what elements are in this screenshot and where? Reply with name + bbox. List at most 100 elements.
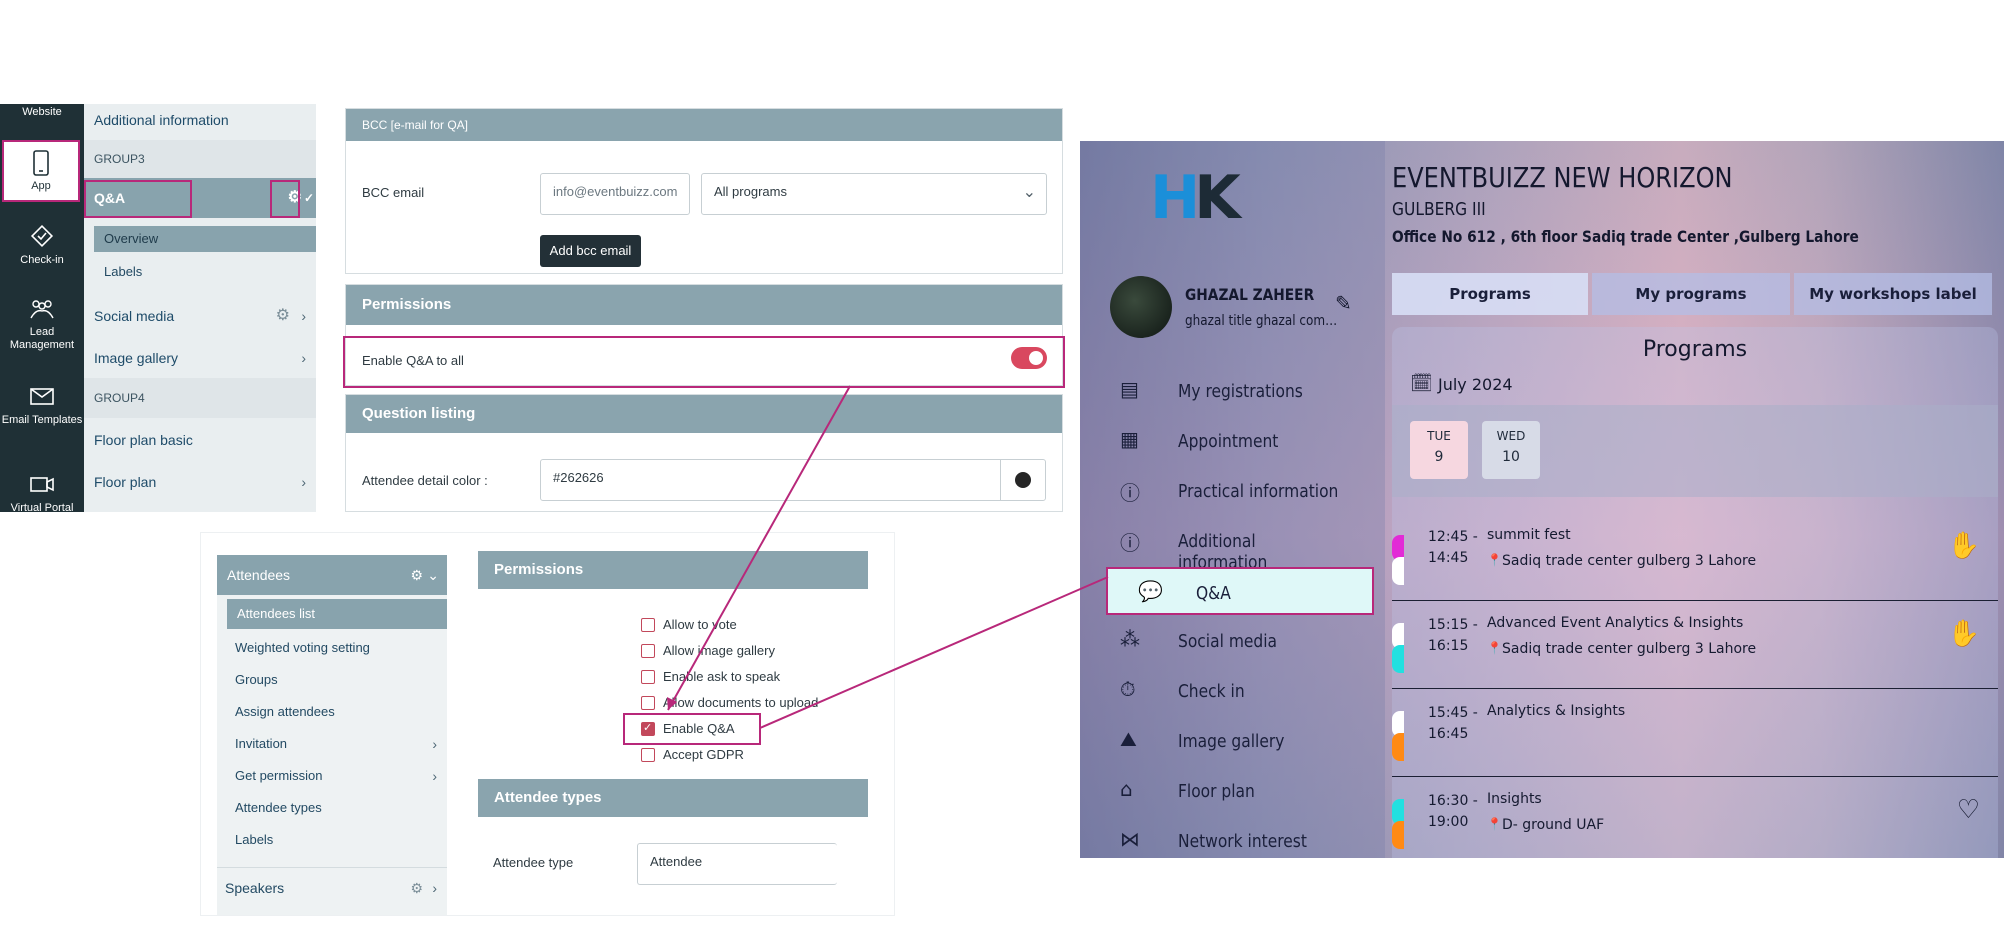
event-title: EVENTBUIZZ NEW HORIZON — [1392, 161, 1733, 194]
program-start: 12:45 - — [1428, 529, 1478, 545]
allow-vote-label: Allow to vote — [663, 617, 737, 632]
menu-item-check-in[interactable]: ⏱ Check in — [1090, 667, 1374, 715]
avatar[interactable] — [1110, 276, 1172, 338]
nav-checkin[interactable]: Check-in — [0, 222, 84, 267]
group-label: GROUP3 — [94, 152, 145, 166]
attendee-types-header: Attendee types — [478, 779, 868, 817]
highlight-qa-gear — [270, 180, 300, 218]
menu-item-floor-plan[interactable]: ⌂ Floor plan — [1090, 767, 1374, 815]
subnav-image-gallery[interactable]: Image gallery › — [84, 338, 316, 378]
app-subnav: Additional information GROUP3 Q&A ⚙ ✓ Ov… — [84, 104, 316, 512]
program-location: Sadiq trade center gulberg 3 Lahore — [1502, 641, 1757, 657]
program-location: Sadiq trade center gulberg 3 Lahore — [1502, 553, 1757, 569]
menu-item-label: Image gallery — [1178, 731, 1285, 752]
groups-item[interactable]: Groups — [217, 665, 447, 695]
program-row[interactable]: 15:15 - 16:15 Advanced Event Analytics & I… — [1392, 601, 1998, 689]
color-swatch[interactable] — [1000, 460, 1045, 500]
menu-item-label: Practical information — [1178, 481, 1339, 502]
bcc-email-input[interactable]: info@eventbuizz.com — [540, 173, 690, 215]
calendar-icon: 🗓 — [1410, 373, 1433, 393]
subnav-additional-information[interactable]: Additional information — [84, 104, 316, 140]
day-wed-10[interactable]: WED 10 — [1482, 421, 1540, 479]
subnav-floor-plan-basic[interactable]: Floor plan basic — [84, 420, 316, 460]
gear-icon[interactable]: ⚙ — [410, 868, 423, 908]
nav-app[interactable]: App — [2, 140, 80, 202]
subnav-social-media[interactable]: Social media ⚙ › — [84, 296, 316, 336]
question-listing-header: Question listing — [346, 395, 1062, 433]
chevron-right-icon: › — [432, 736, 437, 752]
weighted-voting-item[interactable]: Weighted voting setting — [217, 633, 447, 663]
raise-hand-icon[interactable]: ✋ — [1948, 531, 1980, 561]
network-icon: ⋈ — [1120, 827, 1140, 851]
menu-item-my-registrations[interactable]: ▤ My registrations — [1090, 367, 1374, 415]
attendee-color-label: Attendee detail color : — [362, 473, 488, 488]
menu-item-q-a[interactable]: 💬 Q&A — [1106, 567, 1374, 615]
nav-virtual-label: Virtual Portal — [10, 502, 74, 512]
nav-website[interactable]: Website — [0, 106, 84, 119]
menu-item-label: Q&A — [1196, 583, 1231, 604]
attendees-list-item[interactable]: Attendees list — [227, 599, 447, 629]
subnav-overview-label: Overview — [104, 231, 159, 246]
assign-attendees-item[interactable]: Assign attendees — [217, 697, 447, 727]
subnav-floor-plan[interactable]: Floor plan › — [84, 462, 316, 502]
subnav-overview[interactable]: Overview — [94, 226, 316, 252]
program-end: 16:45 — [1428, 726, 1469, 742]
bcc-header: BCC [e-mail for QA] — [346, 109, 1062, 141]
tab-my-programs[interactable]: My programs — [1592, 273, 1790, 315]
program-end: 16:15 — [1428, 638, 1469, 654]
raise-hand-icon[interactable]: ✋ — [1948, 619, 1980, 649]
allow-image-gallery-checkbox[interactable] — [641, 644, 655, 658]
allow-vote-checkbox[interactable] — [641, 618, 655, 632]
program-time: 16:30 - 19:00 — [1428, 791, 1478, 833]
nav-email-templates[interactable]: Email Templates — [0, 382, 84, 427]
nav-lead-management[interactable]: Lead Management — [0, 294, 84, 352]
chevron-down-icon[interactable]: ✓ — [304, 178, 314, 218]
enable-ask-to-speak-checkbox[interactable] — [641, 670, 655, 684]
subnav-fp-label: Floor plan — [94, 474, 157, 490]
invitation-item[interactable]: Invitation › — [217, 729, 447, 759]
tab-my-workshops[interactable]: My workshops label — [1794, 273, 1992, 315]
edit-pencil-icon[interactable]: ✎ — [1335, 291, 1352, 316]
checkin-icon: ⏱ — [1120, 677, 1136, 701]
subnav-labels[interactable]: Labels — [84, 256, 316, 288]
registration-icon: ▤ — [1120, 377, 1139, 401]
gear-icon[interactable]: ⚙ — [276, 296, 290, 336]
attendees-section-label: Attendees — [227, 567, 291, 583]
day-tue-9[interactable]: TUE 9 — [1410, 421, 1468, 479]
menu-item-practical-information[interactable]: ⓘ Practical information — [1090, 467, 1374, 515]
bcc-email-label: BCC email — [362, 185, 425, 200]
attendee-type-input[interactable]: Attendee — [637, 843, 837, 885]
menu-item-social-media[interactable]: ⁂ Social media — [1090, 617, 1374, 665]
get-permission-item[interactable]: Get permission › — [217, 761, 447, 791]
attendees-section[interactable]: Attendees ⚙ ⌄ — [217, 555, 447, 595]
attendee-types-item[interactable]: Attendee types — [217, 793, 447, 823]
nav-virtual-portal[interactable]: Virtual Portal — [0, 470, 84, 512]
chevron-right-icon: › — [301, 308, 306, 324]
heart-icon[interactable]: ♡ — [1957, 795, 1980, 825]
allow-documents-checkbox[interactable] — [641, 696, 655, 710]
menu-item-network-interest[interactable]: ⋈ Network interest — [1090, 817, 1374, 858]
hk-logo: HK — [1150, 163, 1241, 233]
checkin-icon — [30, 224, 54, 248]
program-row[interactable]: 12:45 - 14:45 summit fest 📍 Sadiq trade cent… — [1392, 513, 1998, 601]
program-row[interactable]: 16:30 - 19:00 Insights 📍 D- ground UAF ♡ — [1392, 777, 1998, 858]
video-icon — [30, 477, 54, 492]
program-time: 12:45 - 14:45 — [1428, 527, 1478, 569]
nav-checkin-label: Check-in — [20, 254, 64, 266]
menu-item-additional-information[interactable]: ⓘ Additional information — [1090, 517, 1374, 573]
attendee-permissions-header: Permissions — [478, 551, 868, 589]
bcc-card: BCC [e-mail for QA] BCC email info@event… — [345, 108, 1063, 274]
attendee-color-input[interactable]: #262626 — [540, 459, 1046, 501]
program-row[interactable]: 15:45 - 16:45 Analytics & Insights — [1392, 689, 1998, 777]
accept-gdpr-checkbox[interactable] — [641, 748, 655, 762]
menu-item-image-gallery[interactable]: ⛰ Image gallery — [1090, 717, 1374, 765]
labels-item[interactable]: Labels — [217, 825, 447, 855]
tab-programs[interactable]: Programs — [1392, 273, 1588, 315]
programs-select[interactable]: All programs ⌄ — [701, 173, 1047, 215]
menu-item-appointment[interactable]: ▦ Appointment — [1090, 417, 1374, 465]
gear-icon[interactable]: ⚙ — [410, 555, 423, 595]
speakers-section[interactable]: Speakers ⚙ › — [217, 867, 447, 907]
location-pin-icon: 📍 — [1487, 641, 1502, 655]
question-listing-card: Question listing Attendee detail color :… — [345, 394, 1063, 512]
add-bcc-email-button[interactable]: Add bcc email — [540, 235, 641, 267]
